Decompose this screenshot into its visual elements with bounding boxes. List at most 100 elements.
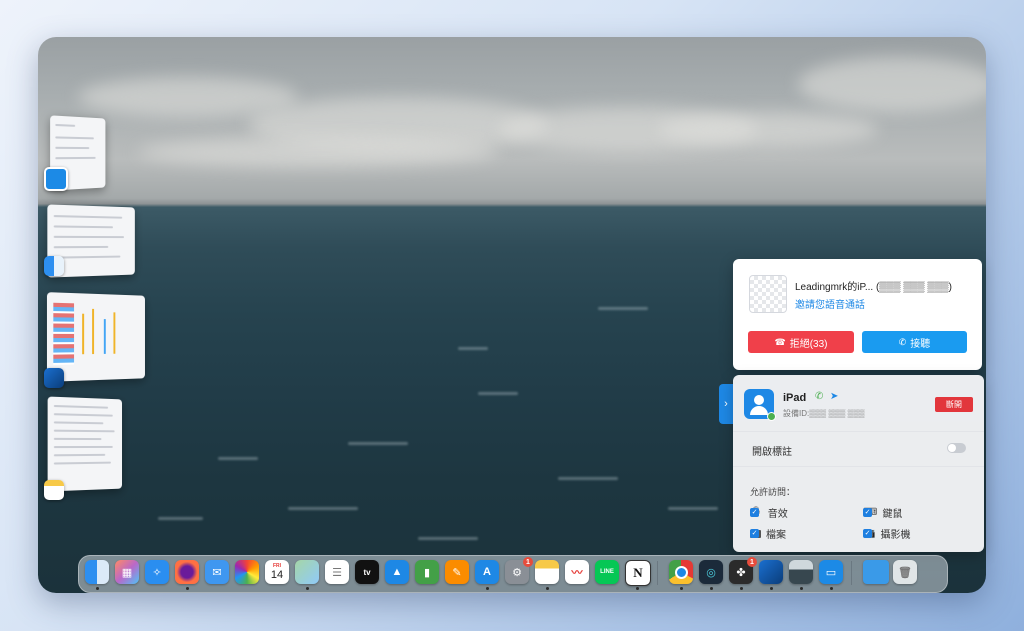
dock-separator bbox=[851, 561, 852, 585]
wave bbox=[558, 477, 618, 480]
calendar-day: 14 bbox=[271, 569, 283, 581]
thumb-line bbox=[55, 157, 95, 159]
wave bbox=[418, 537, 478, 540]
notes-app-icon[interactable] bbox=[44, 480, 64, 500]
checkbox-checked-icon[interactable]: ✓ bbox=[863, 529, 872, 538]
thumb-line bbox=[54, 215, 123, 219]
running-indicator bbox=[830, 587, 833, 590]
notification-badge: 1 bbox=[523, 557, 533, 567]
photos-icon[interactable] bbox=[235, 560, 259, 584]
device-name: iPad bbox=[783, 392, 806, 404]
screen-share-icon[interactable]: ▭ bbox=[819, 560, 843, 584]
panel-collapse-tab[interactable]: › bbox=[719, 384, 733, 424]
reject-call-button[interactable]: ☎ 拒絕(33) bbox=[748, 331, 854, 353]
launchpad-icon[interactable]: ▦ bbox=[115, 560, 139, 584]
trash-icon[interactable]: 🗑 bbox=[893, 560, 917, 584]
device-avatar bbox=[744, 389, 774, 419]
preview-icon[interactable] bbox=[759, 560, 783, 584]
thumb-line bbox=[54, 446, 113, 448]
checkbox-checked-icon[interactable]: ✓ bbox=[750, 529, 759, 538]
accept-call-button[interactable]: ✆ 接聽 bbox=[862, 331, 967, 353]
running-indicator bbox=[636, 587, 639, 590]
running-indicator bbox=[800, 587, 803, 590]
permission-keyboard[interactable]: ✓ ⌨ 鍵鼠 bbox=[863, 505, 902, 520]
running-indicator bbox=[486, 587, 489, 590]
finder-app-icon[interactable] bbox=[44, 256, 64, 276]
screen-share-app-icon[interactable] bbox=[44, 167, 68, 191]
freeform-icon[interactable]: 〰 bbox=[565, 560, 589, 584]
checkbox-checked-icon[interactable]: ✓ bbox=[863, 508, 872, 517]
online-indicator bbox=[767, 412, 776, 421]
thumb-line bbox=[54, 225, 113, 228]
running-indicator bbox=[96, 587, 99, 590]
permission-camera[interactable]: ✓ 📷 攝影機 bbox=[863, 526, 910, 541]
annotation-toggle[interactable] bbox=[947, 443, 966, 453]
pages-icon[interactable]: ✎ bbox=[445, 560, 469, 584]
disconnect-button[interactable]: 斷開 bbox=[935, 397, 973, 412]
wave bbox=[598, 307, 648, 310]
maps-icon[interactable] bbox=[295, 560, 319, 584]
chrome-center bbox=[675, 566, 688, 579]
running-indicator bbox=[740, 587, 743, 590]
caller-name: Leadingmrk的iP... (▒▒▒ ▒▒▒ ▒▒▒) bbox=[795, 278, 952, 293]
line-label: LINE bbox=[600, 569, 614, 575]
device-id: 設備ID:▒▒▒ ▒▒▒ ▒▒▒ bbox=[783, 408, 865, 419]
chrome-icon[interactable] bbox=[669, 560, 693, 584]
tv-label: tv bbox=[363, 568, 370, 577]
app-store-icon[interactable]: A bbox=[475, 560, 499, 584]
notification-badge: 1 bbox=[747, 557, 757, 567]
toggle-knob bbox=[948, 444, 956, 452]
firefox-icon[interactable] bbox=[175, 560, 199, 584]
thumb-line bbox=[54, 256, 121, 259]
connected-device-panel: iPad ✆ ➤ 設備ID:▒▒▒ ▒▒▒ ▒▒▒ 斷開 開啟標註 允許訪問： … bbox=[733, 375, 984, 552]
dock: ▦ ✧ ✉ FRI 14 ☰ tv ▲ ▮ ✎ A ⚙ 1 〰 LINE N ◎… bbox=[78, 555, 948, 593]
preview-app-icon[interactable] bbox=[44, 368, 64, 388]
wave bbox=[288, 507, 358, 510]
checkbox-checked-icon[interactable]: ✓ bbox=[750, 508, 759, 517]
thumb-bar bbox=[92, 309, 94, 354]
thumb-swatches bbox=[53, 303, 74, 365]
calendar-icon[interactable]: FRI 14 bbox=[265, 560, 289, 584]
window-thumbnail-notes[interactable] bbox=[48, 396, 122, 491]
safari-icon[interactable]: ✧ bbox=[145, 560, 169, 584]
running-indicator bbox=[306, 587, 309, 590]
hang-up-icon: ☎ bbox=[774, 337, 785, 348]
system-settings-icon[interactable]: ⚙ 1 bbox=[505, 560, 529, 584]
reminders-icon[interactable]: ☰ bbox=[325, 560, 349, 584]
wave bbox=[218, 457, 258, 460]
downloads-folder-icon[interactable] bbox=[863, 560, 889, 584]
notion-icon[interactable]: N bbox=[625, 560, 651, 586]
call-subtitle: 邀請您語音通話 bbox=[795, 296, 865, 311]
keynote-icon[interactable]: ▲ bbox=[385, 560, 409, 584]
running-indicator bbox=[680, 587, 683, 590]
divider bbox=[733, 466, 984, 467]
thumb-line bbox=[54, 246, 109, 248]
permission-label: 檔案 bbox=[766, 526, 786, 541]
mail-icon[interactable]: ✉ bbox=[205, 560, 229, 584]
permission-audio[interactable]: ✓ 🎙 音效 bbox=[750, 505, 788, 520]
dock-separator bbox=[657, 561, 658, 585]
finder-icon[interactable] bbox=[85, 560, 109, 584]
notes-icon[interactable] bbox=[535, 560, 559, 584]
thumb-line bbox=[54, 405, 108, 409]
annotation-label: 開啟標註 bbox=[752, 443, 792, 458]
user-icon-body bbox=[750, 406, 768, 415]
call-status-icon: ✆ bbox=[815, 391, 823, 402]
thumb-line bbox=[55, 124, 75, 127]
numbers-icon[interactable]: ▮ bbox=[415, 560, 439, 584]
accept-label: 接聽 bbox=[910, 335, 930, 350]
screenshot-icon[interactable] bbox=[789, 560, 813, 584]
wave bbox=[158, 517, 203, 520]
game-app-icon[interactable]: ✤ 1 bbox=[729, 560, 753, 584]
incoming-call-card: Leadingmrk的iP... (▒▒▒ ▒▒▒ ▒▒▒) 邀請您語音通話 ☎… bbox=[733, 259, 982, 370]
thumb-bar bbox=[82, 314, 84, 355]
running-indicator bbox=[546, 587, 549, 590]
thumb-line bbox=[54, 413, 113, 416]
activity-monitor-icon[interactable]: ◎ bbox=[699, 560, 723, 584]
permission-label: 鍵鼠 bbox=[882, 505, 902, 520]
cloud bbox=[798, 57, 986, 112]
running-indicator bbox=[770, 587, 773, 590]
permission-files[interactable]: ✓ 檔案 bbox=[750, 526, 786, 541]
apple-tv-icon[interactable]: tv bbox=[355, 560, 379, 584]
line-icon[interactable]: LINE bbox=[595, 560, 619, 584]
